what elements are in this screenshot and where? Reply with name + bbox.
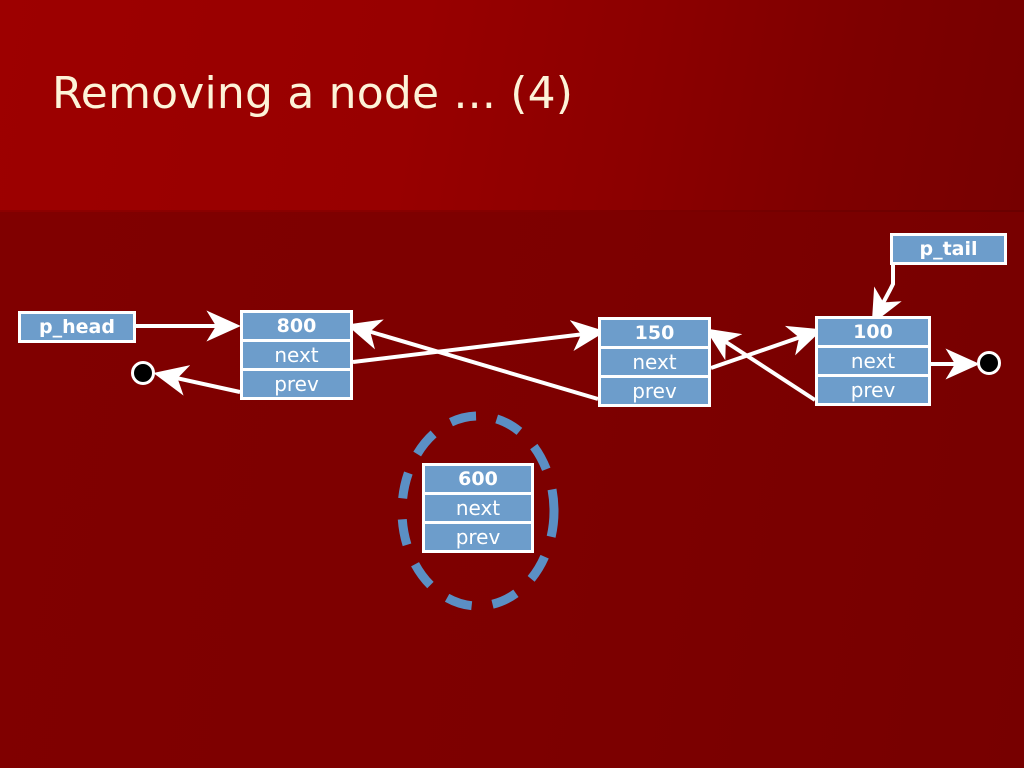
pointer-label-p-tail: p_tail [893,236,1004,262]
null-terminators-layer [131,351,1001,385]
pointer-box-p-head[interactable]: p_head [18,311,136,343]
pointer-label-p-head: p_head [21,314,133,340]
null-terminator-head-icon [131,361,155,385]
slide-canvas: Removing a node ... (4) p_head p_tail 80… [0,0,1024,768]
null-terminator-tail-icon [977,351,1001,375]
pointer-box-p-tail[interactable]: p_tail [890,233,1007,265]
